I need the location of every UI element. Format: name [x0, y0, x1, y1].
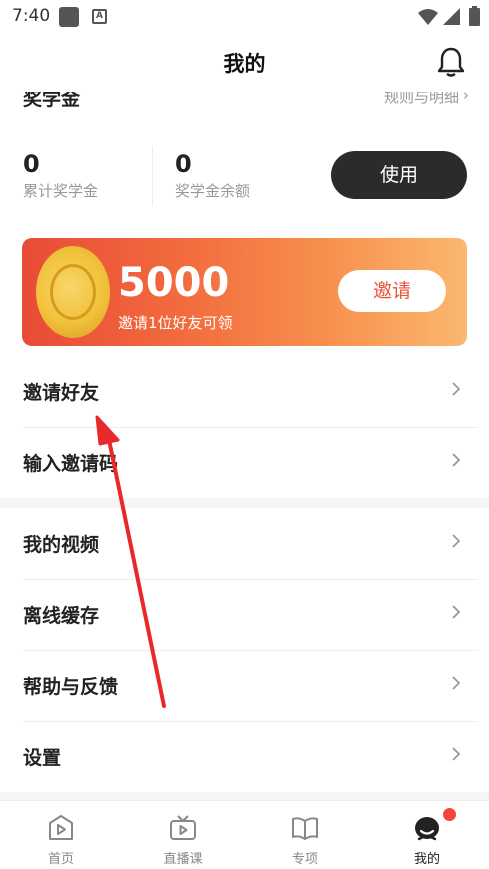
menu-item-help-feedback[interactable]: 帮助与反馈	[0, 651, 489, 721]
stat-label: 累计奖学金	[23, 182, 99, 200]
use-button[interactable]: 使用	[331, 151, 467, 199]
status-time: 7:40	[12, 6, 51, 26]
profile-face-icon	[415, 817, 439, 841]
home-play-icon	[49, 815, 73, 840]
chevron-right-icon	[452, 382, 461, 396]
menu-item-label: 输入邀请码	[23, 453, 119, 475]
tab-bar: 首页 直播课 专项 我的	[0, 800, 489, 869]
menu-item-enter-invite-code[interactable]: 输入邀请码	[0, 428, 489, 498]
gold-coin-icon	[36, 246, 110, 338]
tab-mine[interactable]: 我的	[366, 801, 488, 869]
menu-item-settings[interactable]: 设置	[0, 722, 489, 792]
menu-item-label: 设置	[23, 747, 62, 769]
stat-value: 0	[175, 150, 192, 178]
tab-live-course[interactable]: 直播课	[122, 801, 244, 869]
book-icon	[292, 817, 318, 840]
stat-divider	[152, 146, 153, 206]
chevron-right-icon	[452, 605, 461, 619]
section-gap	[0, 792, 489, 800]
tv-play-icon	[170, 815, 196, 840]
page-title: 我的	[223, 52, 266, 76]
menu-item-label: 帮助与反馈	[23, 676, 119, 698]
scholarship-header: 奖学金 规则与明细 ›	[0, 92, 489, 110]
menu-item-invite-friends[interactable]: 邀请好友	[0, 357, 489, 427]
tab-label: 专项	[291, 852, 318, 867]
chevron-right-icon: ›	[463, 92, 469, 104]
tab-home[interactable]: 首页	[0, 801, 122, 869]
tab-label: 直播课	[163, 852, 203, 867]
signal-icon	[443, 8, 460, 25]
menu-item-label: 邀请好友	[23, 382, 100, 404]
stat-label: 奖学金余额	[175, 182, 251, 200]
scholarship-title: 奖学金	[23, 92, 81, 110]
tab-label: 我的	[413, 852, 440, 867]
stat-total-scholarship: 0 累计奖学金	[23, 150, 98, 201]
banner-amount: 5000	[118, 260, 230, 306]
nav-bar: 我的	[0, 34, 489, 92]
menu-item-offline-cache[interactable]: 离线缓存	[0, 580, 489, 650]
menu-item-label: 我的视频	[23, 534, 100, 556]
chevron-right-icon	[452, 747, 461, 761]
menu-item-my-videos[interactable]: 我的视频	[0, 509, 489, 579]
battery-icon	[469, 6, 480, 26]
section-gap	[0, 498, 489, 508]
chevron-right-icon	[452, 534, 461, 548]
invite-button[interactable]: 邀请	[338, 270, 446, 312]
square-notification-icon	[59, 7, 79, 27]
invite-banner[interactable]: 5000 邀请1位好友可领 邀请	[22, 238, 467, 346]
tab-label: 首页	[47, 852, 74, 867]
chevron-right-icon	[452, 676, 461, 690]
tab-special[interactable]: 专项	[244, 801, 366, 869]
status-bar: 7:40 A	[0, 0, 489, 34]
notification-badge	[443, 808, 456, 821]
stat-value: 0	[23, 150, 40, 178]
chevron-right-icon	[452, 453, 461, 467]
rules-link[interactable]: 规则与明细	[384, 92, 459, 107]
wifi-icon	[418, 9, 438, 25]
stat-balance-scholarship: 0 奖学金余额	[175, 150, 250, 201]
menu-item-label: 离线缓存	[23, 605, 100, 627]
banner-description: 邀请1位好友可领	[118, 314, 233, 332]
bell-icon[interactable]	[437, 47, 465, 77]
a-notification-icon: A	[92, 9, 107, 24]
